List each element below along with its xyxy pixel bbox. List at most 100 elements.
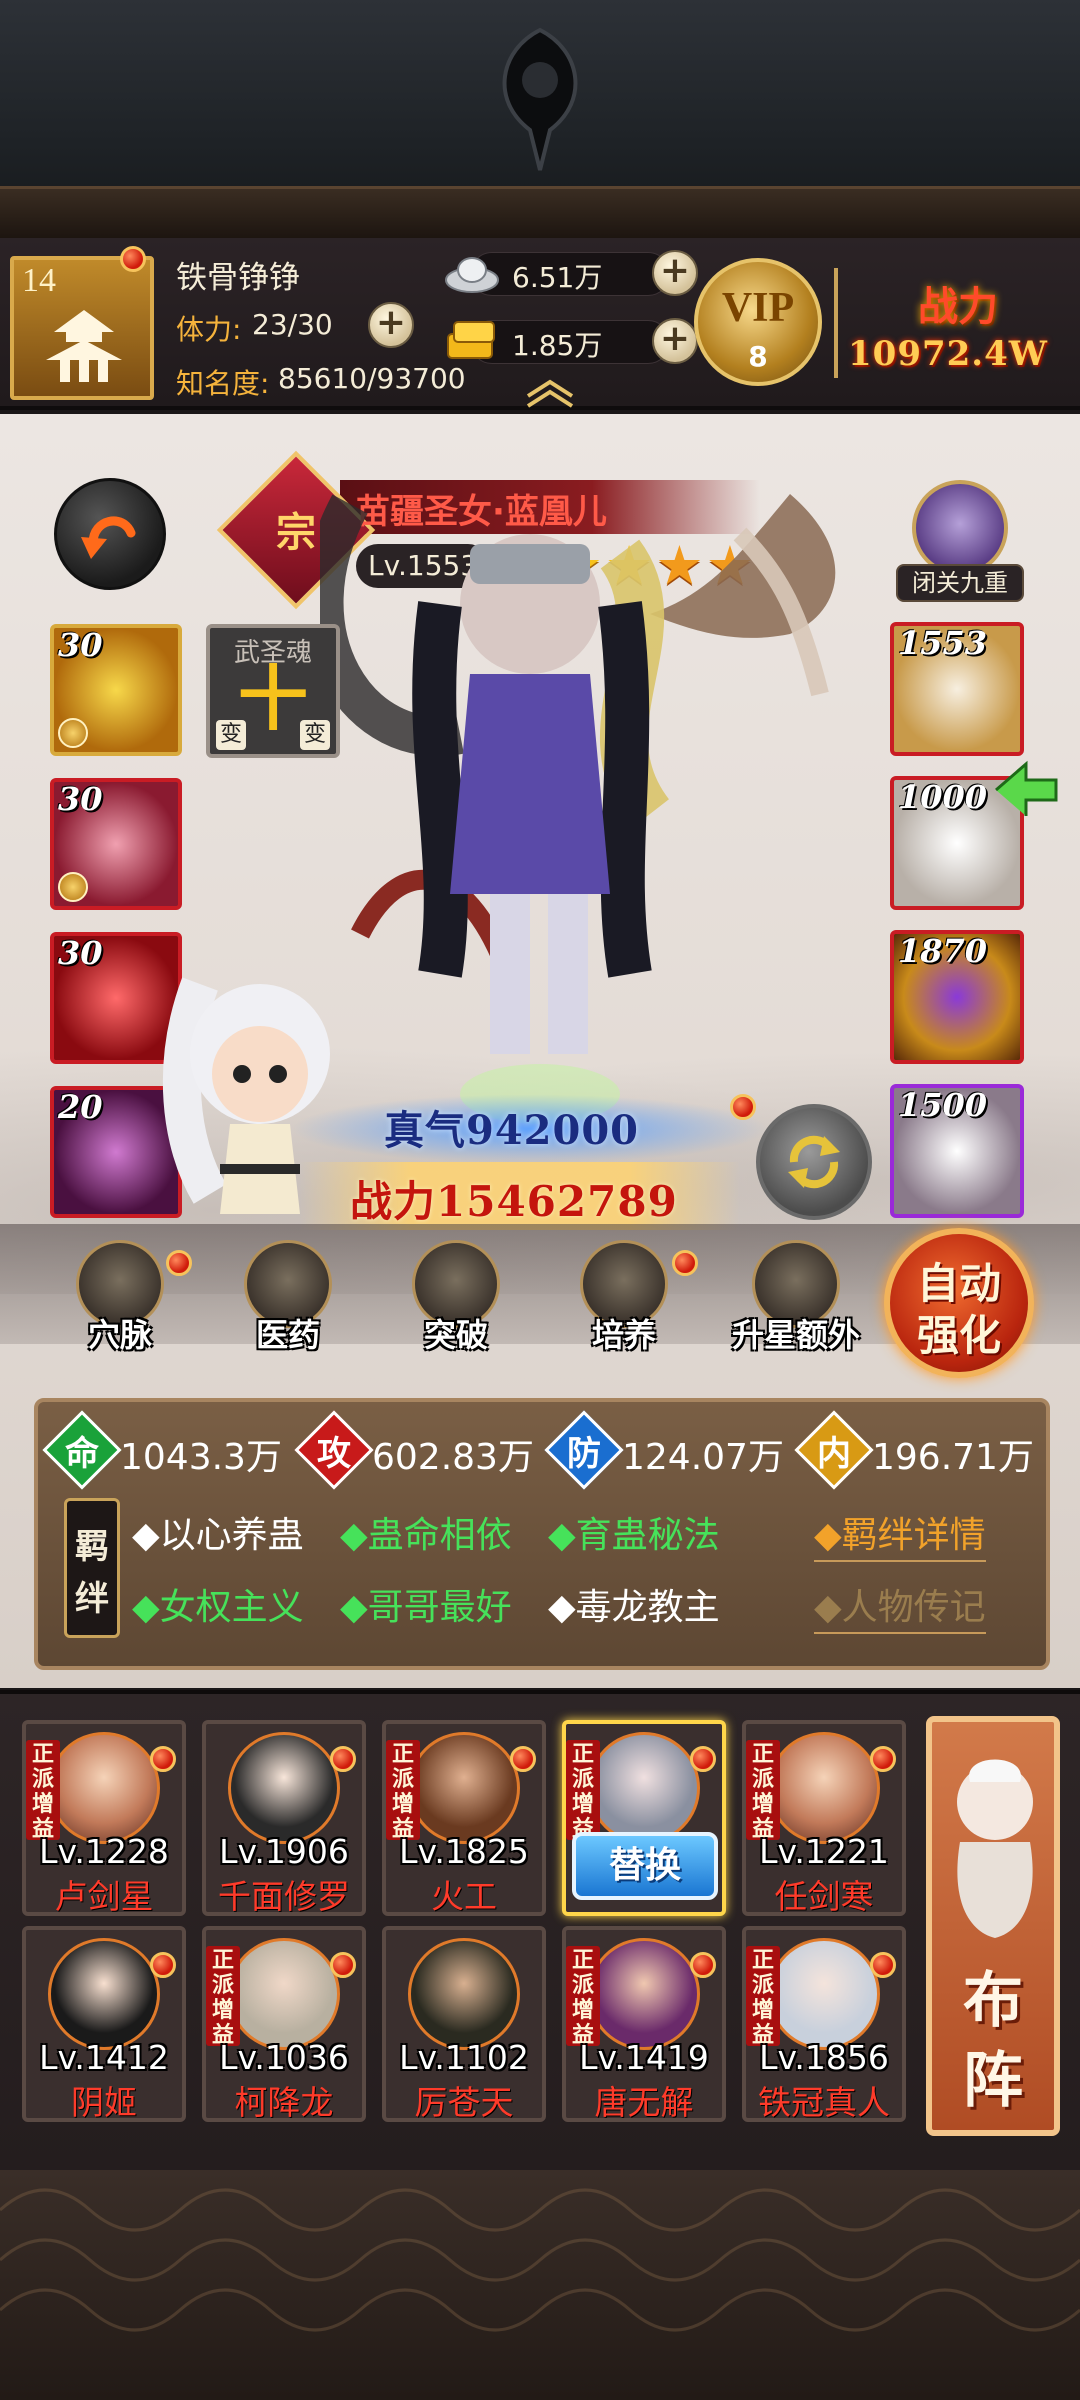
faction-bonus-tag: 正派增益 [386,1740,420,1842]
card-notification-dot [690,1952,716,1978]
game-screen: 14 铁骨铮铮 体力: 23/30 + 知名度: 85610/93700 6.5… [0,0,1080,2400]
hero-avatar [228,1732,340,1844]
skill-slot-1[interactable]: 30 [50,624,182,756]
seclusion-button[interactable]: 闭关九重 [896,480,1024,602]
card-notification-dot [870,1952,896,1978]
player-level: 14 [22,262,56,299]
card-level: Lv.1825 [399,1832,529,1871]
pagoda-icon [46,310,122,382]
stat-icon-label: 攻 [317,1434,351,1474]
equipment-level: 1553 [898,624,988,662]
gold-ingot-icon [447,321,495,359]
skill-slot-2[interactable]: 30 [50,778,182,910]
bond-detail-link[interactable]: ◆羁绊详情 [814,1506,986,1562]
function-label: 培养 [591,1316,656,1354]
player-avatar[interactable]: 14 [10,256,154,400]
lineup-card[interactable]: 正派增益 Lv.1825 火工 [382,1720,546,1916]
vip-level: 8 [748,340,768,373]
lineup-card[interactable]: Lv.1412 阴姬 [22,1926,186,2122]
card-notification-dot [150,1952,176,1978]
function-label: 穴脉 [87,1316,152,1354]
card-notification-dot [870,1746,896,1772]
player-name: 铁骨铮铮 [176,260,300,296]
vip-badge[interactable]: VIP 8 [694,258,822,386]
lineup-card[interactable]: 正派增益 Lv.1228 卢剑星 [22,1720,186,1916]
bond-item: ◆女权主义 [132,1587,304,1628]
card-name: 阴姬 [71,2083,137,2122]
bond-tag-char1: 羁 [75,1527,109,1567]
divider [834,268,838,378]
function-meridians[interactable]: 穴脉 [60,1240,180,1358]
function-breakthrough[interactable]: 突破 [396,1240,516,1358]
lineup-card[interactable]: Lv.1906 千面修罗 [202,1720,366,1916]
bond-item: ◆毒龙教主 [548,1587,720,1628]
biography-link[interactable]: ◆人物传记 [814,1578,986,1634]
stat-icon-label: 内 [817,1434,851,1474]
hero-avatar [228,1938,340,2050]
function-label: 医药 [255,1316,320,1354]
stat-value: 602.83万 [372,1437,534,1478]
hero-avatar [768,1938,880,2050]
equipment-level: 1000 [898,778,988,816]
lineup-card[interactable]: 正派增益 Lv.1419 唐无解 [562,1926,726,2122]
refresh-icon [788,1135,840,1189]
faction-bonus-tag: 正派增益 [206,1946,240,2048]
card-level: Lv.1906 [219,1832,349,1871]
power-label: 战力 [918,283,998,330]
stat-value: 196.71万 [872,1437,1034,1478]
card-name: 唐无解 [594,2083,694,2122]
bond-tag-char2: 绊 [75,1579,109,1619]
hero-avatar [408,1732,520,1844]
spirit-variant-right: 变 [300,720,330,750]
add-silver-button[interactable]: + [652,250,698,296]
lineup-card[interactable]: 正派增益 Lv.1856 铁冠真人 [742,1926,906,2122]
bond-item: ◆以心养蛊 [132,1515,304,1556]
replace-button[interactable]: 替换 [566,1830,722,1904]
elder-portrait-icon [957,1759,1033,1938]
auto-enhance-button[interactable]: 自动 强化 [884,1228,1034,1378]
faction-bonus-tag: 正派增益 [26,1740,60,1842]
equipment-level: 1500 [898,1086,988,1124]
combat-power: 战力15462789 [350,1177,678,1226]
floor-decoration [0,2170,1080,2400]
meridians-notification-dot [166,1250,192,1276]
card-notification-dot [510,1746,536,1772]
skill-level: 30 [58,780,103,818]
card-notification-dot [150,1746,176,1772]
bond-item: ◆育蛊秘法 [548,1515,720,1556]
add-gold-button[interactable]: + [652,318,698,364]
function-label: 升星额外 [731,1316,860,1354]
equipment-slot-mount[interactable]: 1500 [890,1084,1024,1218]
lineup-card[interactable]: Lv.1102 厉苍天 [382,1926,546,2122]
card-name: 火工 [431,1877,497,1916]
gold-value: 1.85万 [512,329,603,362]
skill-level: 30 [58,626,103,664]
function-label: 突破 [423,1316,488,1354]
avatar-notification-dot [120,246,146,272]
back-button[interactable] [54,478,166,590]
function-medicine[interactable]: 医药 [228,1240,348,1358]
card-level: Lv.1036 [219,2038,349,2077]
add-stamina-button[interactable]: + [368,302,414,348]
card-name: 柯降龙 [234,2083,334,2122]
equipment-slot-weapon[interactable]: 1553 [890,622,1024,756]
hero-portrait[interactable] [320,434,880,1134]
wave-pattern [0,2188,1080,2332]
martial-spirit-slot[interactable]: 武圣魂 十 变 变 [206,624,340,758]
equipment-slot-accessory[interactable]: 1870 [890,930,1024,1064]
lineup-card-selected[interactable]: 正派增益 替换 [562,1720,726,1916]
roof-beam [0,186,1080,238]
card-name: 卢剑星 [54,1877,154,1916]
function-cultivate[interactable]: 培养 [564,1240,684,1358]
hero-avatar [48,1938,160,2050]
lineup-card[interactable]: 正派增益 Lv.1036 柯降龙 [202,1926,366,2122]
lineup-card[interactable]: 正派增益 Lv.1221 任剑寒 [742,1720,906,1916]
hero-avatar [48,1732,160,1844]
expand-caret-icon[interactable] [524,378,576,408]
function-star-bonus[interactable]: 升星额外 [732,1240,860,1358]
stat-icon-label: 命 [65,1434,99,1474]
swap-hero-button[interactable] [756,1104,872,1220]
bond-item: ◆蛊命相依 [340,1515,512,1556]
formation-button[interactable]: 布 阵 [926,1716,1060,2136]
card-level: Lv.1221 [759,1832,889,1871]
